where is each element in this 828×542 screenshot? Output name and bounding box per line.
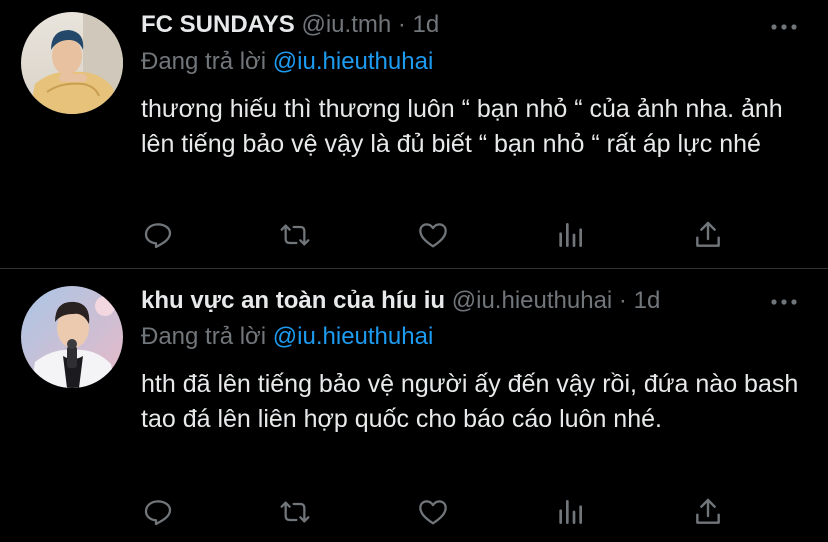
retweet-icon bbox=[280, 501, 310, 523]
avatar[interactable] bbox=[21, 12, 123, 114]
more-options-icon[interactable] bbox=[770, 22, 798, 32]
share-button[interactable] bbox=[688, 492, 728, 532]
like-button[interactable] bbox=[413, 492, 453, 532]
tweet[interactable]: khu vực an toàn của híu iu @iu.hieuthuha… bbox=[0, 269, 828, 542]
reply-button[interactable] bbox=[138, 215, 178, 255]
separator-dot: · bbox=[618, 287, 627, 314]
replying-to-label: Đang trả lời bbox=[141, 48, 267, 75]
share-icon bbox=[696, 498, 720, 524]
timestamp[interactable]: 1d bbox=[413, 11, 440, 38]
retweet-icon bbox=[280, 224, 310, 246]
share-button[interactable] bbox=[688, 215, 728, 255]
analytics-icon bbox=[559, 223, 582, 247]
user-handle[interactable]: @iu.tmh bbox=[301, 11, 391, 38]
tweet-header: FC SUNDAYS @iu.tmh · 1d bbox=[141, 10, 758, 40]
tweet-text: thương hiếu thì thương luôn “ bạn nhỏ “ … bbox=[141, 95, 783, 158]
separator-dot: · bbox=[397, 11, 406, 38]
analytics-icon bbox=[559, 500, 582, 524]
replying-to: Đang trả lời @iu.hieuthuhai bbox=[141, 47, 433, 77]
reply-icon bbox=[144, 223, 172, 249]
analytics-button[interactable] bbox=[550, 215, 590, 255]
like-icon bbox=[419, 223, 447, 248]
retweet-button[interactable] bbox=[275, 492, 315, 532]
retweet-button[interactable] bbox=[275, 215, 315, 255]
like-button[interactable] bbox=[413, 215, 453, 255]
replying-to: Đang trả lời @iu.hieuthuhai bbox=[141, 322, 433, 352]
tweet-header: khu vực an toàn của híu iu @iu.hieuthuha… bbox=[141, 286, 758, 316]
share-icon bbox=[696, 221, 720, 247]
replying-to-label: Đang trả lời bbox=[141, 323, 267, 350]
display-name[interactable]: FC SUNDAYS bbox=[141, 11, 295, 38]
like-icon bbox=[419, 500, 447, 525]
reply-button[interactable] bbox=[138, 492, 178, 532]
tweet[interactable]: FC SUNDAYS @iu.tmh · 1d Đang trả lời @iu… bbox=[0, 0, 828, 268]
reply-icon bbox=[144, 500, 172, 526]
tweet-actions bbox=[0, 215, 828, 255]
user-handle[interactable]: @iu.hieuthuhai bbox=[452, 287, 612, 314]
replying-to-mention[interactable]: @iu.hieuthuhai bbox=[273, 323, 433, 350]
tweet-text: hth đã lên tiếng bảo vệ người ấy đến vậy… bbox=[141, 370, 799, 433]
replying-to-mention[interactable]: @iu.hieuthuhai bbox=[273, 48, 433, 75]
timestamp[interactable]: 1d bbox=[634, 287, 661, 314]
avatar[interactable] bbox=[21, 286, 123, 388]
analytics-button[interactable] bbox=[550, 492, 590, 532]
display-name[interactable]: khu vực an toàn của híu iu bbox=[141, 287, 445, 314]
more-options-icon[interactable] bbox=[770, 297, 798, 307]
tweet-actions bbox=[0, 492, 828, 532]
